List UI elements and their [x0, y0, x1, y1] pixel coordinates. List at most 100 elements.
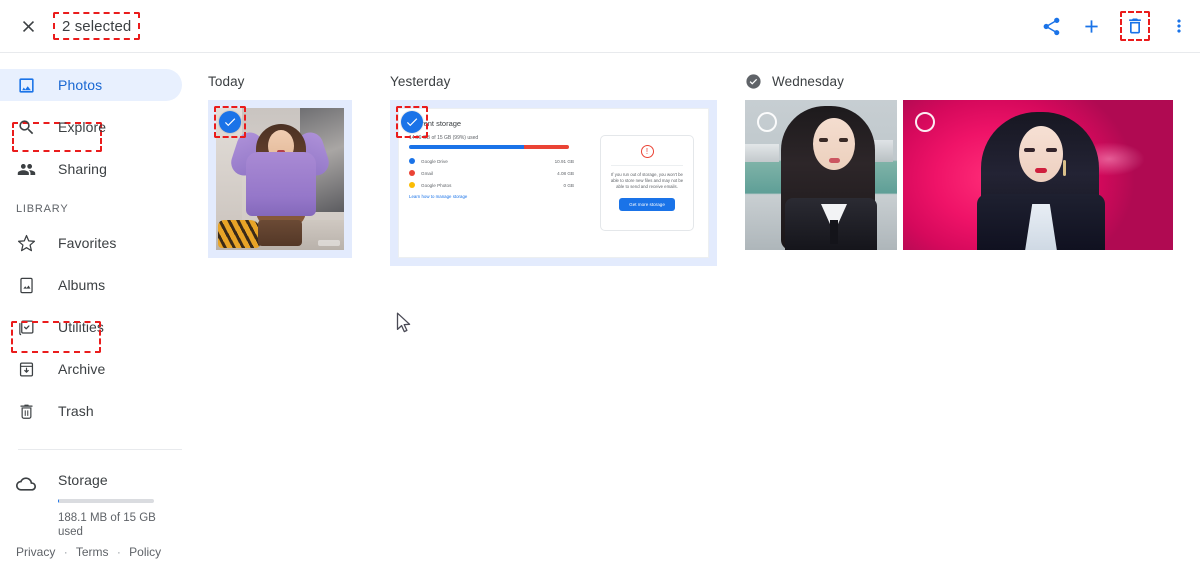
check-circle-icon [746, 73, 761, 89]
photo-checkbox-today-1[interactable] [219, 111, 241, 133]
legend-dot-photos [409, 182, 415, 188]
trash-icon [14, 399, 38, 423]
share-icon[interactable] [1038, 13, 1064, 39]
decor [1019, 126, 1063, 182]
cloud-icon [14, 472, 38, 496]
add-icon[interactable] [1078, 13, 1104, 39]
photo-group-yesterday: Yesterday Current storage 14.99 GB of 15… [390, 71, 717, 266]
check-icon [406, 118, 418, 127]
sidebar-item-archive[interactable]: Archive [0, 353, 200, 385]
close-icon [22, 20, 34, 32]
group-header-today: Today [208, 71, 352, 91]
warning-icon: ! [640, 145, 654, 158]
storage-progress-track [58, 499, 154, 503]
check-icon [224, 118, 236, 127]
usage-bar-drive [409, 145, 525, 149]
selection-count-label: 2 selected [62, 17, 132, 35]
group-tiles-yesterday: Current storage 14.99 GB of 15 GB (99%) … [390, 100, 717, 266]
sidebar-item-trash[interactable]: Trash [0, 395, 200, 427]
photo-wednesday-2-image[interactable] [903, 100, 1173, 250]
trash-icon [1129, 18, 1141, 34]
sidebar-divider [18, 449, 182, 450]
close-selection-button[interactable] [14, 12, 42, 40]
decor [218, 220, 260, 248]
storage-body: Storage 188.1 MB of 15 GB used [58, 472, 163, 539]
star-icon [14, 231, 38, 255]
decor [829, 158, 840, 163]
sidebar-item-label-photos: Photos [58, 77, 103, 93]
storage-section[interactable]: Storage 188.1 MB of 15 GB used [0, 472, 200, 539]
photo-yesterday-1-image[interactable]: Current storage 14.99 GB of 15 GB (99%) … [398, 108, 709, 258]
usage-bar-gmail [524, 145, 569, 149]
privacy-link[interactable]: Privacy [16, 545, 55, 559]
legend-dot-drive [409, 158, 415, 164]
screenshot-usage-bar [409, 145, 569, 149]
screenshot-warning-card: ! If you run out of storage, you won't b… [600, 135, 694, 231]
legend-row: Google Photos 0 GB [409, 182, 574, 188]
photo-icon [14, 73, 38, 97]
more-options-icon[interactable] [1166, 13, 1192, 39]
photo-tile-yesterday-1[interactable]: Current storage 14.99 GB of 15 GB (99%) … [390, 100, 717, 266]
legend-dot-gmail [409, 170, 415, 176]
photo-group-wednesday: Wednesday [745, 71, 1173, 250]
decor [839, 138, 848, 142]
sidebar-item-label-favorites: Favorites [58, 235, 117, 251]
photo-tile-wednesday-1[interactable] [745, 100, 897, 250]
selection-toolbar: 2 selected [0, 0, 1200, 52]
decor [1024, 148, 1035, 152]
screenshot-title: Current storage [409, 119, 462, 128]
google-photos-app: 2 selected Photos Explore Sharing LIBRAR… [0, 0, 1200, 569]
decor [1035, 168, 1047, 173]
photo-checkbox-yesterday-1[interactable] [401, 111, 423, 133]
storage-title: Storage [58, 472, 108, 488]
card-divider [611, 165, 683, 166]
photo-checkbox-wednesday-1[interactable] [757, 112, 777, 132]
photo-checkbox-wednesday-2[interactable] [915, 112, 935, 132]
terms-link[interactable]: Terms [76, 545, 109, 559]
utilities-icon [14, 315, 38, 339]
legend-row: Gmail 4.08 GB [409, 170, 574, 176]
group-title-yesterday: Yesterday [390, 73, 451, 89]
legend-value-drive: 10.91 GB [554, 158, 574, 164]
storage-progress-fill [58, 499, 60, 503]
delete-button[interactable] [1120, 11, 1150, 41]
legend-name-gmail: Gmail [421, 170, 433, 176]
group-header-yesterday: Yesterday [390, 71, 717, 91]
legend-value-gmail: 4.08 GB [557, 170, 574, 176]
sidebar-item-explore[interactable]: Explore [0, 111, 200, 143]
legend-value-photos: 0 GB [563, 182, 574, 188]
legend-name-drive: Google Drive [421, 158, 448, 164]
photo-tile-today-1[interactable] [208, 100, 352, 258]
decor [745, 144, 779, 162]
sidebar-item-albums[interactable]: Albums [0, 269, 200, 301]
sidebar-item-label-explore: Explore [58, 119, 107, 135]
people-icon [14, 157, 38, 181]
group-title-today: Today [208, 73, 245, 89]
card-text: If you run out of storage, you won't be … [610, 172, 684, 189]
sidebar-item-favorites[interactable]: Favorites [0, 227, 200, 259]
legend-row: Google Drive 10.91 GB [409, 158, 574, 164]
legend-name-photos: Google Photos [421, 182, 452, 188]
footer-sep-1: · [63, 545, 68, 559]
watermark [318, 240, 340, 246]
sidebar: Photos Explore Sharing LIBRARY Favorites… [0, 53, 200, 569]
sidebar-item-label-trash: Trash [58, 403, 94, 419]
group-header-wednesday: Wednesday [745, 71, 1173, 91]
policy-link[interactable]: Policy [129, 545, 161, 559]
footer-links: Privacy · Terms · Policy [16, 545, 161, 559]
sidebar-item-label-albums: Albums [58, 277, 106, 293]
sidebar-item-sharing[interactable]: Sharing [0, 153, 200, 185]
sidebar-item-label-sharing: Sharing [58, 161, 107, 177]
decor [246, 152, 316, 216]
library-section-label: LIBRARY [16, 203, 69, 215]
decor [819, 138, 828, 142]
sidebar-item-utilities[interactable]: Utilities [0, 311, 200, 343]
toolbar-actions [1038, 10, 1192, 42]
photo-grid: Today Yesterday Current storage 14.99 GB… [200, 53, 1200, 569]
footer-sep-2: · [116, 545, 121, 559]
decor [1046, 148, 1057, 152]
select-all-day-wednesday[interactable] [745, 73, 762, 90]
sidebar-item-photos[interactable]: Photos [0, 69, 182, 101]
photo-tile-wednesday-2[interactable] [903, 100, 1173, 250]
decor [830, 220, 838, 244]
